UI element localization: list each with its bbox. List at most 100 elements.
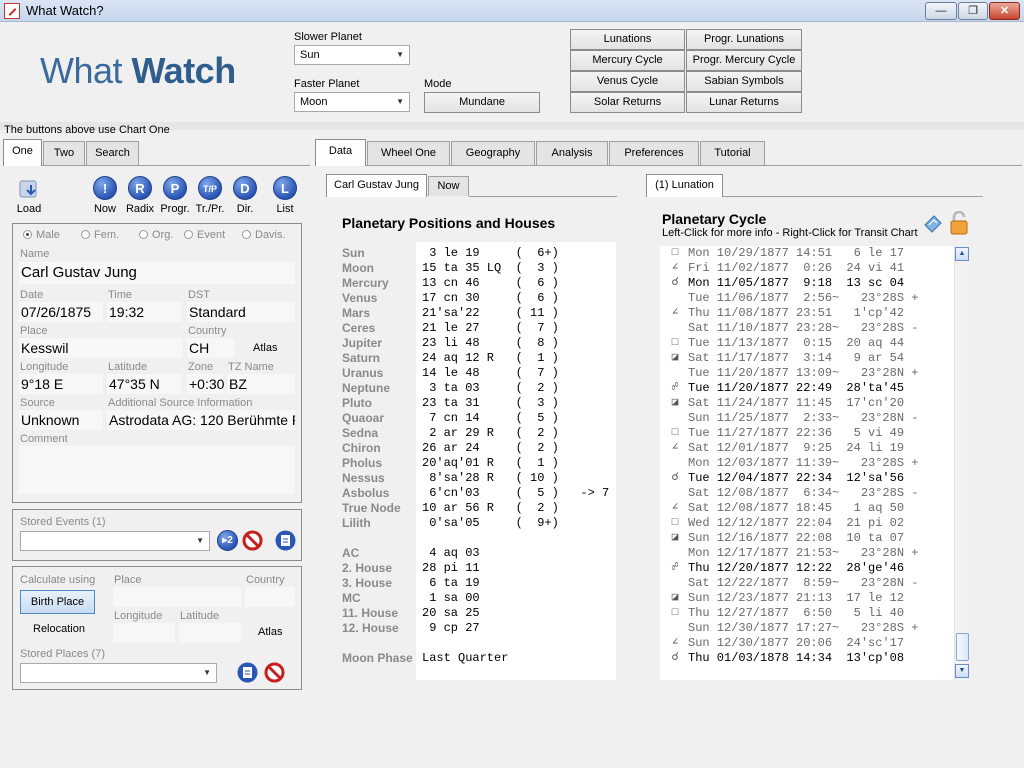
close-button[interactable]: ✕ [989, 2, 1020, 20]
source-field[interactable]: Unknown [19, 410, 103, 430]
cycle-row[interactable]: ∠ Sat 12/08/1877 18:45 1 aq 50 [660, 501, 954, 516]
cycle-row[interactable]: ☍ Thu 12/20/1877 12:22 28'ge'46 [660, 561, 954, 576]
cycle-row[interactable]: ☌ Mon 11/05/1877 9:18 13 sc 04 [660, 276, 954, 291]
tab-two[interactable]: Two [43, 141, 85, 165]
scroll-down-icon[interactable]: ▼ [955, 664, 969, 678]
cycle-row[interactable]: Sun 11/25/1877 2:33~ 23°28N - [660, 411, 954, 426]
subtab-now[interactable]: Now [428, 176, 469, 196]
cycle-row[interactable]: Sat 11/10/1877 23:28~ 23°28S - [660, 321, 954, 336]
cycle-row[interactable]: ◪ Sat 11/17/1877 3:14 9 ar 54 [660, 351, 954, 366]
date-field[interactable]: 07/26/1875 [19, 302, 103, 322]
cycle-row[interactable]: □ Tue 11/13/1877 0:15 20 aq 44 [660, 336, 954, 351]
latitude-field[interactable]: 47°35 N [107, 374, 181, 394]
solar-returns-button[interactable]: Solar Returns [570, 92, 685, 113]
lock-icon[interactable] [949, 210, 969, 235]
now-icon[interactable]: ! [93, 176, 117, 200]
tab-data[interactable]: Data [315, 139, 366, 166]
cycle-row[interactable]: Sun 12/30/1877 17:27~ 23°28S + [660, 621, 954, 636]
cycle-row[interactable]: ◪ Sun 12/23/1877 21:13 17 le 12 [660, 591, 954, 606]
slower-planet-select[interactable]: Sun ▼ [294, 45, 410, 65]
cycle-row[interactable]: Tue 11/06/1877 2:56~ 23°28S + [660, 291, 954, 306]
venus-cycle-button[interactable]: Venus Cycle [570, 71, 685, 92]
tab-lunation[interactable]: (1) Lunation [646, 174, 723, 197]
maximize-button[interactable]: ❐ [958, 2, 988, 20]
cycle-row[interactable]: ☍ Tue 11/20/1877 22:49 28'ta'45 [660, 381, 954, 396]
new-document-icon[interactable] [275, 530, 296, 551]
tab-one[interactable]: One [3, 139, 42, 166]
cycle-row[interactable]: ☌ Thu 01/03/1878 14:34 13'cp'08 [660, 651, 954, 666]
tab-preferences[interactable]: Preferences [609, 141, 699, 165]
calc-country-field[interactable] [245, 587, 295, 607]
minimize-button[interactable]: — [925, 2, 957, 20]
lunar-returns-button[interactable]: Lunar Returns [686, 92, 802, 113]
tab-tutorial[interactable]: Tutorial [700, 141, 765, 165]
gender-event-radio[interactable]: Event [184, 229, 225, 241]
tab-analysis[interactable]: Analysis [536, 141, 608, 165]
cycle-row[interactable]: Tue 11/20/1877 13:09~ 23°28N + [660, 366, 954, 381]
sabian-symbols-button[interactable]: Sabian Symbols [686, 71, 802, 92]
to-chart-two-icon[interactable]: ▸2 [217, 530, 238, 551]
delete-place-icon[interactable] [264, 662, 285, 683]
additional-source-field[interactable]: Astrodata AG: 120 Berühmte Pe [107, 410, 295, 430]
country-field[interactable]: CH [187, 338, 235, 358]
cycle-row[interactable]: ∠ Fri 11/02/1877 0:26 24 vi 41 [660, 261, 954, 276]
mercury-cycle-button[interactable]: Mercury Cycle [570, 50, 685, 71]
gender-female-radio[interactable]: Fem. [81, 229, 119, 241]
calc-atlas-link[interactable]: Atlas [258, 626, 282, 638]
scroll-thumb[interactable] [956, 633, 969, 661]
lunations-button[interactable]: Lunations [570, 29, 685, 50]
mode-button[interactable]: Mundane [424, 92, 540, 113]
cycle-row[interactable]: ∠ Thu 11/08/1877 23:51 1'cp'42 [660, 306, 954, 321]
cycle-row[interactable]: □ Thu 12/27/1877 6:50 5 li 40 [660, 606, 954, 621]
cycle-row[interactable]: ∠ Sun 12/30/1877 20:06 24'sc'17 [660, 636, 954, 651]
delete-icon[interactable] [242, 530, 263, 551]
cycle-row[interactable]: ◪ Sun 12/16/1877 22:08 10 ta 07 [660, 531, 954, 546]
calc-longitude-field[interactable] [113, 623, 175, 643]
cycle-row[interactable]: ∠ Sat 12/01/1877 9:25 24 li 19 [660, 441, 954, 456]
progr-lunations-button[interactable]: Progr. Lunations [686, 29, 802, 50]
scroll-up-icon[interactable]: ▲ [955, 247, 969, 261]
stored-events-select[interactable]: ▼ [20, 531, 210, 551]
cycle-row[interactable]: Sat 12/08/1877 6:34~ 23°28S - [660, 486, 954, 501]
planetary-cycle-list[interactable]: □ Mon 10/29/1877 14:51 6 le 17 ∠ Fri 11/02/… [660, 246, 954, 680]
gender-male-radio[interactable]: Male [23, 229, 60, 241]
cycle-scrollbar[interactable]: ▲ ▼ [954, 246, 970, 680]
tz-name-field[interactable]: BZ [227, 374, 295, 394]
cycle-row[interactable]: Mon 12/17/1877 21:53~ 23°28N + [660, 546, 954, 561]
cycle-row[interactable]: Sat 12/22/1877 8:59~ 23°28N - [660, 576, 954, 591]
comment-field[interactable] [19, 446, 295, 494]
progr-icon[interactable]: P [163, 176, 187, 200]
stored-places-select[interactable]: ▼ [20, 663, 217, 683]
atlas-link[interactable]: Atlas [253, 342, 277, 354]
faster-planet-select[interactable]: Moon ▼ [294, 92, 410, 112]
subtab-carl-gustav-jung[interactable]: Carl Gustav Jung [326, 174, 427, 197]
progr-mercury-cycle-button[interactable]: Progr. Mercury Cycle [686, 50, 802, 71]
relocation-option[interactable]: Relocation [33, 623, 85, 635]
load-icon[interactable] [18, 177, 42, 199]
gender-org-radio[interactable]: Org. [139, 229, 173, 241]
radix-icon[interactable]: R [128, 176, 152, 200]
place-field[interactable]: Kesswil [19, 338, 183, 358]
cycle-row[interactable]: ☌ Tue 12/04/1877 22:34 12'sa'56 [660, 471, 954, 486]
birth-place-button[interactable]: Birth Place [20, 590, 95, 614]
cycle-row[interactable]: □ Tue 11/27/1877 22:36 5 vi 49 [660, 426, 954, 441]
tab-wheel-one[interactable]: Wheel One [367, 141, 450, 165]
calc-latitude-field[interactable] [179, 623, 241, 643]
tab-search[interactable]: Search [86, 141, 139, 165]
dst-field[interactable]: Standard [187, 302, 295, 322]
cycle-row[interactable]: Mon 12/03/1877 11:39~ 23°28S + [660, 456, 954, 471]
cycle-row[interactable]: □ Mon 10/29/1877 14:51 6 le 17 [660, 246, 954, 261]
calc-place-field[interactable] [113, 587, 241, 607]
cycle-row[interactable]: □ Wed 12/12/1877 22:04 21 pi 02 [660, 516, 954, 531]
transit-progr-icon[interactable]: T/P [198, 176, 222, 200]
export-icon[interactable] [922, 213, 944, 235]
zone-field[interactable]: +0:30 [187, 374, 224, 394]
list-icon[interactable]: L [273, 176, 297, 200]
direction-icon[interactable]: D [233, 176, 257, 200]
gender-davis-radio[interactable]: Davis. [242, 229, 286, 241]
longitude-field[interactable]: 9°18 E [19, 374, 103, 394]
name-field[interactable]: Carl Gustav Jung [19, 262, 295, 284]
cycle-row[interactable]: ◪ Sat 11/24/1877 11:45 17'cn'20 [660, 396, 954, 411]
time-field[interactable]: 19:32 [107, 302, 181, 322]
new-place-icon[interactable] [237, 662, 258, 683]
